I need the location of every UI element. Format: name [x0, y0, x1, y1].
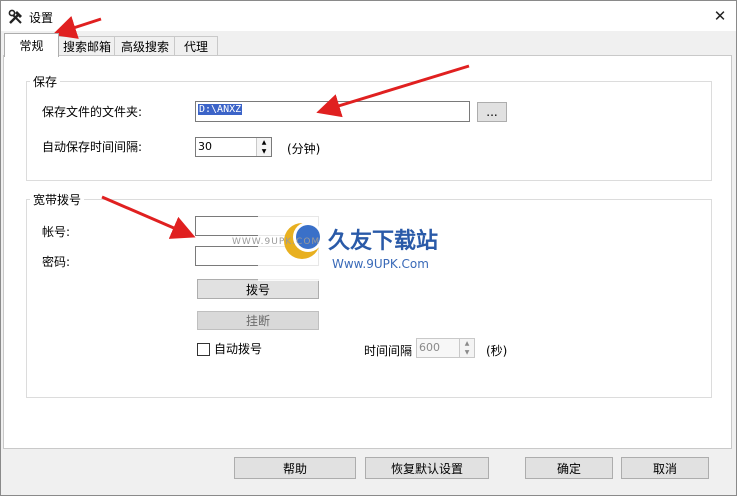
auto-dial-label: 自动拨号 — [214, 342, 263, 356]
spin-down-icon: ▼ — [464, 349, 470, 356]
hangup-button[interactable]: 挂断 — [197, 311, 319, 330]
save-group-title: 保存 — [30, 73, 61, 90]
title-bar: 设置 ✕ — [1, 1, 736, 31]
interval-label: 时间间隔 — [364, 344, 413, 358]
help-button[interactable]: 帮助 — [234, 457, 356, 479]
account-label: 帐号: — [42, 225, 71, 239]
interval-value: 600 — [419, 341, 440, 354]
watermark-brand: 久友下载站 — [328, 229, 439, 254]
interval-stepper[interactable]: 600 ▲ ▼ — [416, 338, 475, 358]
browse-button[interactable]: ... — [477, 102, 507, 122]
autosave-spin-buttons[interactable]: ▲ ▼ — [256, 138, 271, 156]
tab-general[interactable]: 常规 — [4, 33, 59, 57]
dial-button[interactable]: 拨号 — [197, 279, 319, 299]
cancel-button[interactable]: 取消 — [621, 457, 709, 479]
restore-defaults-button[interactable]: 恢复默认设置 — [365, 457, 489, 479]
window-title: 设置 — [29, 11, 54, 25]
autosave-stepper[interactable]: 30 ▲ ▼ — [195, 137, 272, 157]
autosave-unit: (分钟) — [287, 142, 321, 156]
spin-up-icon: ▲ — [464, 340, 470, 347]
tab-advanced-search[interactable]: 高级搜索 — [114, 36, 176, 56]
spin-up-icon: ▲ — [261, 139, 267, 146]
tools-icon — [8, 9, 22, 24]
auto-dial-checkbox[interactable] — [197, 343, 210, 356]
autosave-value: 30 — [198, 140, 212, 153]
interval-spin-buttons[interactable]: ▲ ▼ — [459, 339, 474, 357]
folder-label: 保存文件的文件夹: — [42, 105, 143, 119]
password-label: 密码: — [42, 255, 71, 269]
folder-value: D:\ANXZ — [198, 104, 243, 115]
folder-input[interactable]: D:\ANXZ — [195, 101, 470, 122]
tab-search-mailbox[interactable]: 搜索邮箱 — [58, 36, 116, 56]
watermark: 久友下载站 Www.9UPK.Com WWW.9UPK.COM — [232, 213, 468, 281]
spin-down-icon: ▼ — [261, 148, 267, 155]
interval-unit: (秒) — [486, 344, 508, 358]
watermark-faint-url: WWW.9UPK.COM — [232, 237, 321, 247]
broadband-group-title: 宽带拨号 — [30, 191, 85, 208]
close-button[interactable]: ✕ — [707, 4, 733, 28]
ok-button[interactable]: 确定 — [525, 457, 613, 479]
autosave-label: 自动保存时间间隔: — [42, 140, 143, 154]
watermark-url: Www.9UPK.Com — [332, 257, 429, 271]
tab-proxy[interactable]: 代理 — [174, 36, 218, 56]
save-group — [26, 81, 712, 181]
close-icon: ✕ — [713, 7, 727, 25]
